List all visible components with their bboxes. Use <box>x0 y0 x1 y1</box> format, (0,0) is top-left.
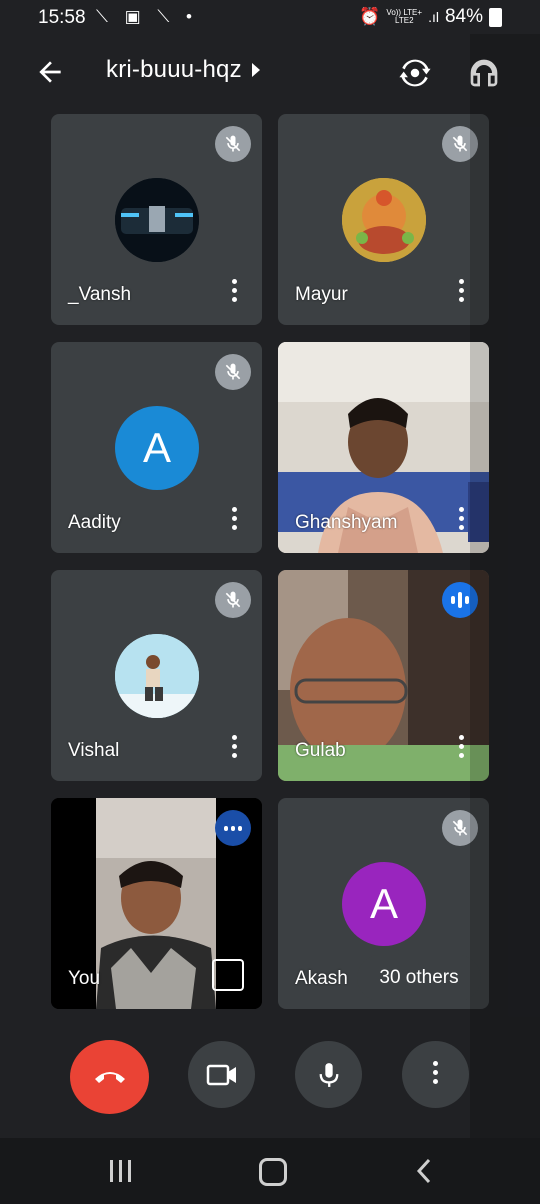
participant-name: You <box>68 968 101 989</box>
more-vert-icon[interactable] <box>459 279 465 303</box>
background-effects-icon[interactable] <box>212 959 244 991</box>
mic-icon <box>319 1062 338 1087</box>
system-nav-bar <box>0 1138 540 1204</box>
signal-icon: .ıl <box>428 9 439 25</box>
arrow-left-icon[interactable] <box>34 56 66 88</box>
participant-name: Aadity <box>68 512 121 533</box>
more-options-button[interactable] <box>402 1041 469 1108</box>
battery-percent: 84% <box>444 6 483 27</box>
speaking-indicator-icon <box>442 582 478 618</box>
meeting-title[interactable]: kri-buuu-hqz <box>106 56 260 84</box>
avatar-letter: A <box>142 424 171 471</box>
more-horiz-icon <box>215 810 251 846</box>
mic-off-icon <box>215 582 251 618</box>
app-bar: kri-buuu-hqz <box>0 40 540 104</box>
participant-name: Ghanshyam <box>295 512 398 533</box>
mic-off-icon <box>442 126 478 162</box>
switch-camera-icon[interactable] <box>398 56 432 90</box>
alarm-icon: ⏰ <box>359 7 381 26</box>
more-vert-icon[interactable] <box>459 735 465 759</box>
participant-tile[interactable]: Vishal <box>51 570 262 781</box>
more-vert-icon[interactable] <box>232 279 238 303</box>
participant-tile[interactable]: A Aadity <box>51 342 262 553</box>
mic-off-icon <box>215 354 251 390</box>
status-bar: 15:58 ⟍ ▣ ⟍ • ⏰ Vo)) LTE+ LTE2 .ıl 84% <box>0 0 540 34</box>
camera-button[interactable] <box>188 1041 255 1108</box>
mic-off-icon <box>215 126 251 162</box>
recent-apps-icon[interactable] <box>110 1160 134 1182</box>
avatar-letter: A <box>369 880 398 927</box>
avatar <box>342 178 426 262</box>
microphone-button[interactable] <box>295 1041 362 1108</box>
participant-tile[interactable]: Mayur <box>278 114 489 325</box>
end-call-button[interactable] <box>70 1040 149 1114</box>
chevron-right-icon <box>251 63 260 77</box>
mic-off-icon <box>442 810 478 846</box>
more-vert-icon <box>433 1061 438 1088</box>
hang-up-icon <box>94 1072 125 1083</box>
avatar: A <box>115 406 199 490</box>
more-vert-icon[interactable] <box>459 507 465 531</box>
more-vert-icon[interactable] <box>232 735 238 759</box>
call-controls <box>0 1040 540 1116</box>
participant-name: Mayur <box>295 284 348 305</box>
avatar <box>115 634 199 718</box>
participant-name: _Vansh <box>68 284 132 305</box>
participant-name: Vishal <box>68 740 120 761</box>
videocam-icon <box>206 1064 236 1085</box>
others-count-chip[interactable]: 30 others <box>357 955 481 1001</box>
notification-icons: ⟍ ▣ ⟍ • <box>96 7 198 26</box>
network-indicator: Vo)) LTE+ LTE2 <box>386 8 423 25</box>
battery-icon <box>489 7 502 27</box>
back-nav-icon[interactable] <box>416 1158 432 1184</box>
participant-name: Gulab <box>295 740 346 761</box>
avatar: A <box>342 862 426 946</box>
avatar <box>115 178 199 262</box>
headphones-icon[interactable] <box>468 56 500 90</box>
participant-name: Akash <box>295 968 348 989</box>
participant-tile[interactable]: Ghanshyam <box>278 342 489 553</box>
status-time: 15:58 <box>38 7 86 28</box>
more-vert-icon[interactable] <box>232 507 238 531</box>
participant-tile[interactable]: _Vansh <box>51 114 262 325</box>
home-icon[interactable] <box>259 1158 287 1186</box>
participant-tile[interactable]: Gulab <box>278 570 489 781</box>
meeting-code: kri-buuu-hqz <box>106 56 242 83</box>
self-view-tile[interactable]: You <box>51 798 262 1009</box>
